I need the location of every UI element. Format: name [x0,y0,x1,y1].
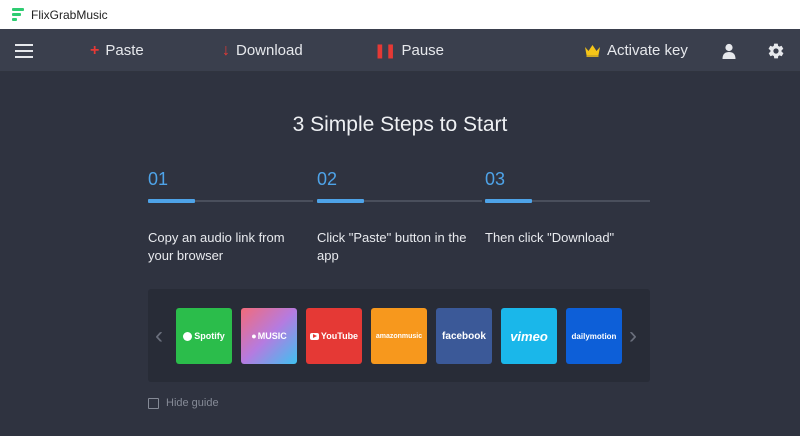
services-carousel: ‹ Spotify ● MUSIC YouTube amazonmusic fa… [148,289,650,382]
app-logo-icon [12,7,24,22]
crown-icon [584,44,601,57]
activate-key-label: Activate key [607,42,688,59]
step-number: 02 [317,169,338,189]
arrow-down-icon: ↓ [222,41,230,59]
guide-heading: 3 Simple Steps to Start [292,113,508,136]
title-bar: FlixGrabMusic [0,0,800,29]
start-guide: 3 Simple Steps to Start 01 Copy an audio… [0,73,800,436]
chevron-right-icon[interactable]: › [629,289,637,382]
step-progress-track [317,199,482,203]
step-3: 03 Then click "Download" [485,169,650,245]
spotify-icon [183,331,193,341]
service-tile-youtube[interactable]: YouTube [306,308,362,364]
step-progress-track [148,199,313,203]
plus-icon: + [90,41,100,59]
service-tile-dailymotion[interactable]: dailymotion [566,308,622,364]
chevron-left-icon[interactable]: ‹ [155,289,163,382]
service-label: facebook [442,330,486,342]
service-tile-vimeo[interactable]: vimeo [501,308,557,364]
toolbar: + Paste ↓ Download ❚❚ Pause Activate key [0,29,800,72]
download-button[interactable]: ↓ Download [222,29,303,72]
step-text: Then click "Download" [485,230,615,245]
paste-label: Paste [105,42,144,59]
service-label: MUSIC [257,331,287,341]
service-tile-facebook[interactable]: facebook [436,308,492,364]
step-text: Copy an audio link from your browser [148,230,285,263]
step-number: 01 [148,169,169,189]
step-progress-fill [148,199,195,203]
service-label: vimeo [510,328,548,344]
pause-label: Pause [401,42,445,59]
step-2: 02 Click "Paste" button in the app [317,169,482,263]
step-1: 01 Copy an audio link from your browser [148,169,313,263]
activate-key-button[interactable]: Activate key [584,29,688,72]
youtube-play-icon [309,332,319,340]
hide-guide-toggle[interactable]: Hide guide [148,397,219,409]
gear-icon [768,43,784,58]
account-button[interactable] [722,29,736,72]
menu-button[interactable] [15,29,33,72]
step-text: Click "Paste" button in the app [317,230,467,263]
hamburger-icon [15,43,33,46]
step-progress-fill [317,199,364,203]
hide-guide-checkbox[interactable] [148,397,159,409]
download-label: Download [236,42,303,59]
apple-icon: ● [251,331,257,341]
service-label: Spotify [194,331,225,341]
window-title: FlixGrabMusic [31,7,108,22]
user-icon [722,43,736,59]
step-number: 03 [485,169,506,189]
settings-button[interactable] [767,29,785,72]
service-label: dailymotion [571,331,617,341]
step-progress-fill [485,199,532,203]
service-label: amazonmusic [375,332,423,340]
paste-button[interactable]: + Paste [90,29,144,72]
pause-button[interactable]: ❚❚ Pause [374,29,444,72]
service-tile-apple-music[interactable]: ● MUSIC [241,308,297,364]
service-tile-amazon-music[interactable]: amazonmusic [371,308,427,364]
hide-guide-label: Hide guide [166,397,219,409]
service-tile-spotify[interactable]: Spotify [176,308,232,364]
pause-icon: ❚❚ [374,42,396,58]
service-label: YouTube [320,331,359,341]
step-progress-track [485,199,650,203]
